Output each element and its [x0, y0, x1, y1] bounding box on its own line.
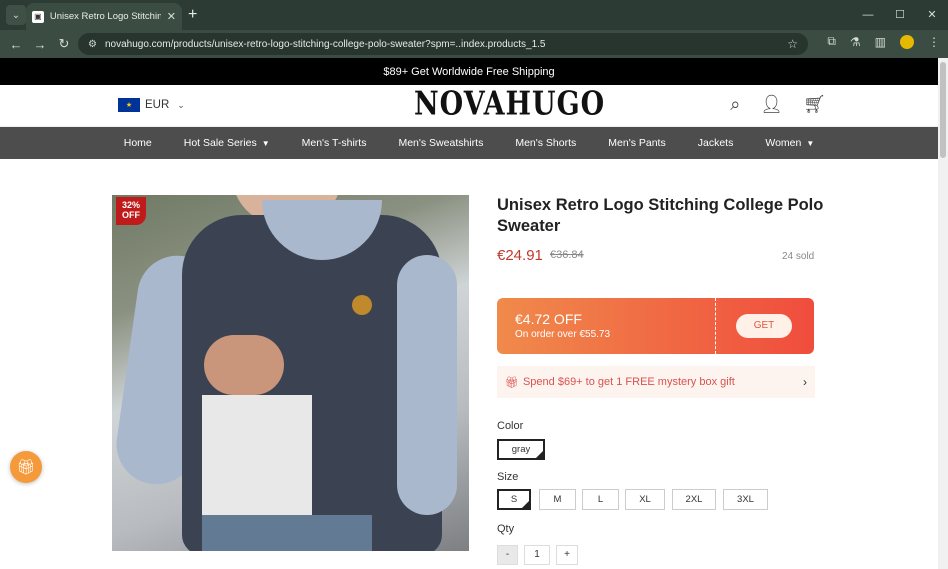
site-header: ★ EUR ⌄ NOVAHUGO ⌕ 👤︎ 🛒︎: [0, 85, 938, 127]
product-price: €24.91: [497, 247, 543, 264]
extensions-icon[interactable]: ⧉: [827, 34, 836, 49]
profile-avatar[interactable]: [900, 34, 914, 49]
size-label: Size: [497, 471, 519, 483]
nav-mens-sweatshirts[interactable]: Men's Sweatshirts: [382, 137, 499, 149]
qty-plus-button[interactable]: +: [556, 545, 578, 565]
announcement-bar: $89+ Get Worldwide Free Shipping: [0, 58, 938, 85]
main-nav: Home Hot Sale Series ▼ Men's T-shirts Men…: [0, 127, 938, 159]
gift-icon: 🎁︎: [505, 376, 519, 389]
size-option-m[interactable]: M: [539, 489, 576, 510]
discount-badge: 32% OFF: [116, 197, 146, 225]
size-option-l[interactable]: L: [582, 489, 619, 510]
floating-gift-button[interactable]: 🎁︎: [10, 451, 42, 483]
browser-tab[interactable]: ▣ Unisex Retro Logo Stitching Co ✕: [26, 3, 182, 30]
image-jeans: [202, 515, 372, 551]
sold-count: 24 sold: [782, 251, 815, 262]
nav-jackets[interactable]: Jackets: [682, 137, 750, 149]
qty-input[interactable]: 1: [524, 545, 550, 565]
browser-tab-strip: ⌄ ▣ Unisex Retro Logo Stitching Co ✕ + —…: [0, 0, 948, 30]
site-favicon-icon: ▣: [32, 10, 44, 23]
cart-icon[interactable]: 🛒︎: [803, 94, 826, 115]
menu-kebab-icon[interactable]: ⋮: [928, 35, 940, 49]
promo-text: Spend $69+ to get 1 FREE mystery box gif…: [522, 376, 735, 388]
search-icon[interactable]: ⌕: [730, 94, 740, 115]
mystery-box-promo[interactable]: 🎁︎ Spend $69+ to get 1 FREE mystery box …: [497, 366, 815, 398]
image-hand: [204, 335, 284, 395]
color-option-gray[interactable]: gray: [497, 439, 545, 460]
product-image[interactable]: 32% OFF: [112, 195, 469, 551]
image-sleeve-right: [397, 255, 457, 515]
page-viewport: $89+ Get Worldwide Free Shipping ★ EUR ⌄…: [0, 58, 938, 569]
new-tab-icon[interactable]: +: [188, 6, 197, 24]
coupon-amount: €4.72 OFF: [515, 311, 582, 327]
nav-mens-tshirts[interactable]: Men's T-shirts: [286, 137, 383, 149]
eu-flag-icon: ★: [118, 98, 140, 112]
product-title: Unisex Retro Logo Stitching College Polo…: [497, 196, 824, 235]
tab-search-button[interactable]: ⌄: [6, 5, 26, 25]
back-icon[interactable]: ←: [4, 37, 28, 52]
window-controls: — ☐ ✕: [852, 0, 948, 30]
toolbar-right: ⧉ ⚗ ▥ ⋮: [827, 34, 940, 49]
site-info-icon[interactable]: ⚙: [88, 39, 97, 50]
bookmark-star-icon[interactable]: ☆: [787, 37, 798, 51]
nav-hot-sale-series[interactable]: Hot Sale Series ▼: [168, 137, 286, 149]
header-icons: ⌕ 👤︎ 🛒︎: [730, 94, 826, 115]
size-option-2xl[interactable]: 2XL: [672, 489, 716, 510]
close-tab-icon[interactable]: ✕: [167, 10, 176, 23]
page-scrollbar[interactable]: [938, 58, 948, 569]
chevron-down-icon: ⌄: [177, 99, 185, 110]
qty-minus-button[interactable]: -: [497, 545, 518, 565]
forward-icon[interactable]: →: [28, 37, 52, 52]
gift-box-icon: 🎁︎: [16, 459, 36, 476]
nav-mens-shorts[interactable]: Men's Shorts: [499, 137, 592, 149]
coupon-divider: [715, 298, 716, 354]
chevron-down-icon: ▼: [261, 138, 270, 148]
currency-selector[interactable]: ★ EUR ⌄: [118, 98, 185, 112]
discount-badge-pct: 32%: [121, 200, 140, 210]
url-text[interactable]: novahugo.com/products/unisex-retro-logo-…: [105, 39, 546, 50]
tab-title: Unisex Retro Logo Stitching Co: [49, 11, 161, 22]
currency-label: EUR: [145, 99, 170, 111]
qty-label: Qty: [497, 523, 515, 535]
labs-icon[interactable]: ⚗: [850, 35, 861, 49]
coupon-card: €4.72 OFF On order over €55.73 GET: [497, 298, 814, 354]
maximize-icon[interactable]: ☐: [884, 0, 916, 30]
discount-badge-off: OFF: [122, 210, 140, 220]
chevron-right-icon: ›: [803, 375, 807, 389]
nav-mens-pants[interactable]: Men's Pants: [592, 137, 681, 149]
size-option-3xl[interactable]: 3XL: [723, 489, 768, 510]
coupon-info: €4.72 OFF On order over €55.73: [515, 311, 610, 340]
size-option-xl[interactable]: XL: [625, 489, 665, 510]
account-icon[interactable]: 👤︎: [760, 94, 783, 115]
address-bar[interactable]: ⚙ novahugo.com/products/unisex-retro-log…: [78, 33, 808, 55]
product-old-price: €36.84: [550, 249, 584, 261]
size-option-s[interactable]: S: [497, 489, 531, 510]
nav-women[interactable]: Women ▼: [749, 137, 830, 149]
site-logo[interactable]: NOVAHUGO: [414, 86, 605, 123]
color-label: Color: [497, 420, 524, 432]
reload-icon[interactable]: ↻: [52, 36, 76, 52]
nav-home[interactable]: Home: [108, 137, 168, 149]
scrollbar-thumb[interactable]: [940, 62, 946, 158]
image-logo-patch: [352, 295, 372, 315]
sidebar-icon[interactable]: ▥: [875, 35, 886, 49]
get-coupon-button[interactable]: GET: [736, 314, 792, 338]
coupon-condition: On order over €55.73: [515, 329, 611, 340]
chevron-down-icon: ▼: [806, 138, 815, 148]
browser-toolbar: ← → ↻ ⚙ novahugo.com/products/unisex-ret…: [0, 30, 948, 58]
minimize-icon[interactable]: —: [852, 0, 884, 30]
close-window-icon[interactable]: ✕: [916, 0, 948, 30]
